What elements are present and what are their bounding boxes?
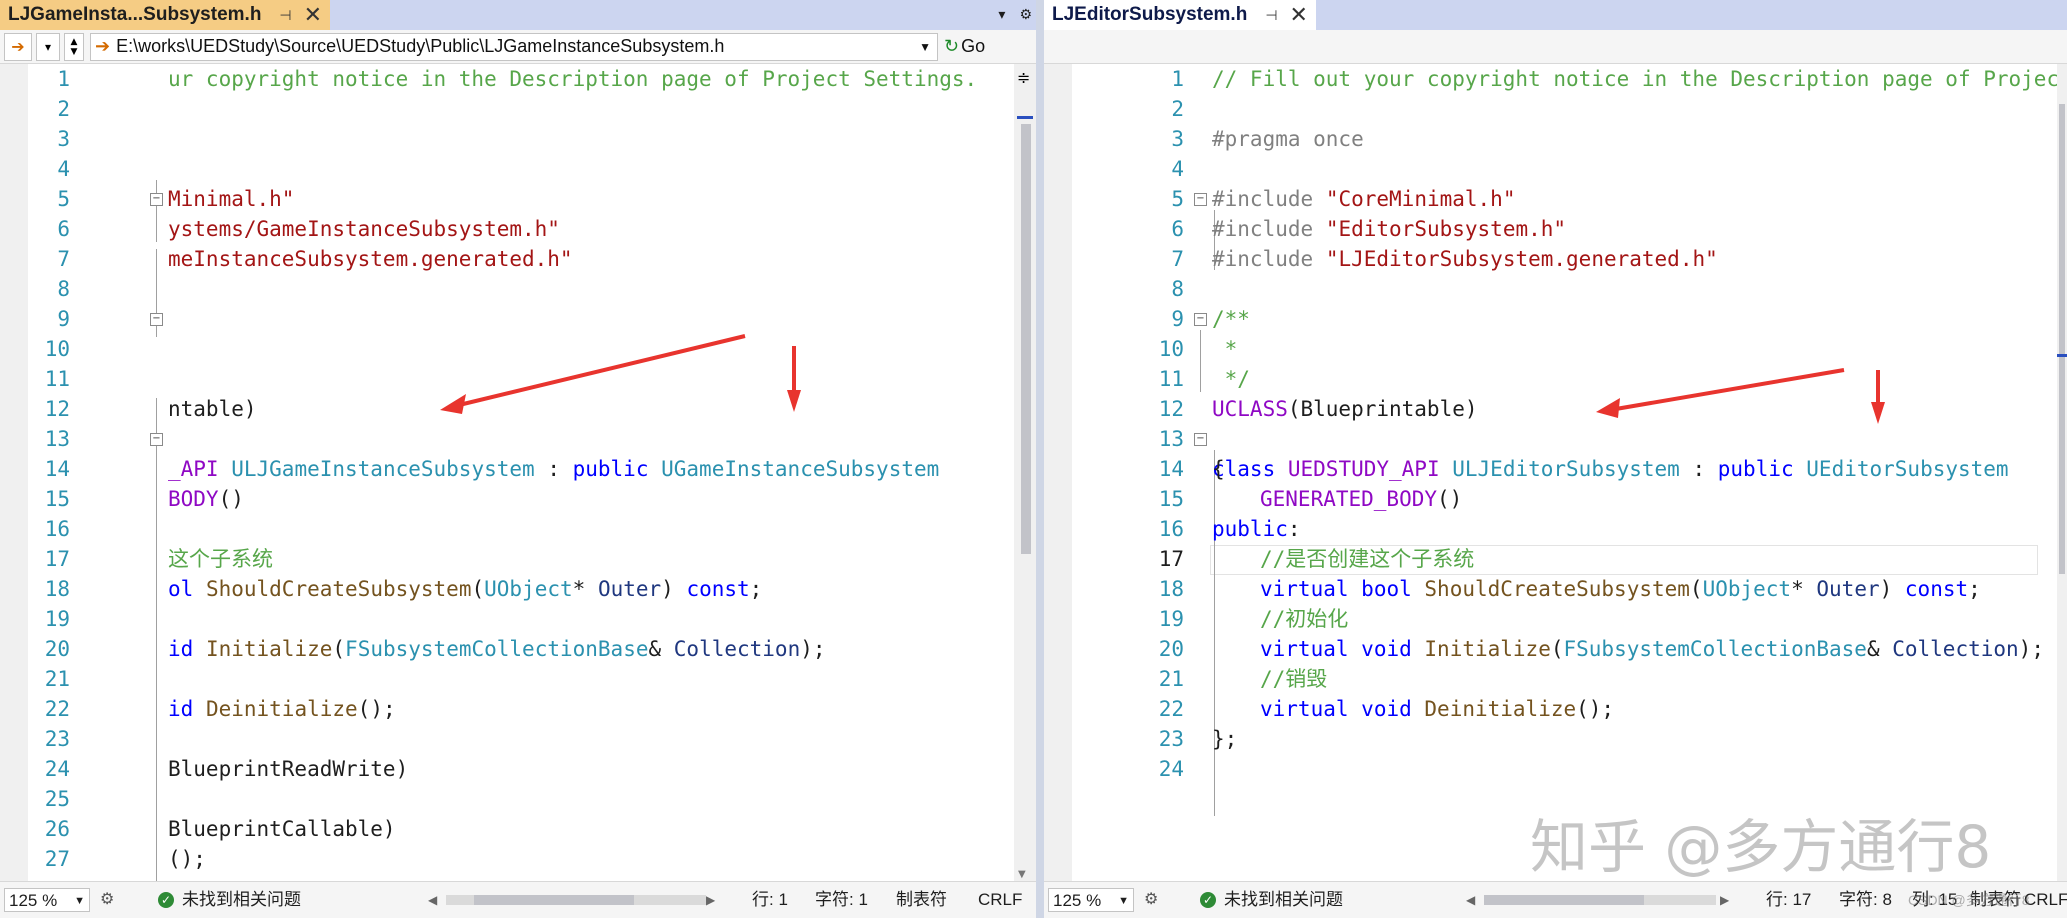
horizontal-scroll-thumb[interactable] (474, 895, 634, 905)
left-navbar: ➔ ▾ ▲ ▼ ➔ E:\works\UEDStudy\Source\UEDStu… (0, 30, 1036, 64)
line-ending[interactable]: CRLF (2024, 888, 2067, 912)
left-statusbar: 125 % ▼ ⚙ ✓ 未找到相关问题 ◀ ▶ 行: 1 字符: 1 制表符 CR… (0, 881, 1036, 918)
check-icon: ✓ (158, 892, 174, 908)
nav-spinner[interactable]: ▲ ▼ (64, 32, 84, 61)
red-arrow-line (454, 334, 746, 408)
file-path-box[interactable]: ➔ E:\works\UEDStudy\Source\UEDStudy\Publ… (90, 32, 938, 61)
tab-ljeditorsubsystem[interactable]: LJEditorSubsystem.h ⊣ ✕ (1044, 0, 1316, 30)
check-icon: ✓ (1200, 892, 1216, 908)
nav-dropdown[interactable]: ▾ (36, 32, 60, 61)
scroll-right-icon[interactable]: ▶ (1720, 888, 1729, 912)
line-ending[interactable]: CRLF (978, 888, 1022, 912)
horizontal-scroll-thumb[interactable] (1484, 895, 1644, 905)
scroll-thumb[interactable] (2059, 104, 2065, 574)
pin-icon[interactable]: ⊣ (1265, 7, 1277, 24)
scroll-position-marker (2057, 354, 2067, 357)
scroll-right-icon[interactable]: ▶ (706, 888, 715, 912)
close-icon[interactable]: ✕ (1290, 2, 1308, 28)
red-arrow-head (1596, 398, 1620, 418)
csdn-watermark: CSDN @多方通行8 (1908, 892, 2030, 908)
right-code-editor[interactable]: 1// Fill out your copyright notice in th… (1044, 64, 2067, 882)
close-icon[interactable]: ✕ (304, 2, 322, 28)
go-button[interactable]: ↻ Go (944, 34, 985, 60)
scroll-position-marker (1017, 116, 1033, 119)
scroll-left-icon[interactable]: ◀ (1466, 888, 1475, 912)
tab-ljgameinstance[interactable]: LJGameInsta...Subsystem.h ⊣ ✕ (0, 0, 331, 30)
tab-title: LJEditorSubsystem.h (1052, 4, 1248, 25)
line-indicator[interactable]: 行: 1 (752, 888, 788, 912)
go-label: Go (961, 36, 986, 56)
pin-icon[interactable]: ⊣ (279, 7, 291, 24)
right-navbar (1044, 30, 2067, 64)
annotation-arrows (1596, 368, 1885, 424)
navigate-arrow-icon[interactable]: ➔ (4, 32, 32, 61)
zoom-select[interactable]: 125 % ▼ (4, 888, 90, 912)
red-arrow-head (787, 390, 801, 412)
scroll-thumb[interactable] (1021, 124, 1031, 554)
path-arrow-icon: ➔ (95, 36, 111, 56)
tab-title: LJGameInsta...Subsystem.h (8, 4, 262, 25)
go-icon: ↻ (944, 36, 960, 56)
tab-tools: ▾ ⚙ (998, 0, 1032, 30)
split-icon[interactable]: ≑ (1017, 68, 1030, 87)
char-indicator[interactable]: 字符: 1 (815, 888, 868, 912)
red-arrow-head (440, 394, 466, 414)
left-tabstrip: LJGameInsta...Subsystem.h ⊣ ✕ ▾ ⚙ (0, 0, 1036, 30)
zoom-select[interactable]: 125 % ▼ (1048, 888, 1134, 912)
issues-status[interactable]: 未找到相关问题 (1224, 888, 1343, 912)
right-tabstrip: LJEditorSubsystem.h ⊣ ✕ (1044, 0, 2067, 30)
issues-status[interactable]: 未找到相关问题 (182, 888, 301, 912)
red-arrow-head (1871, 402, 1885, 424)
indent-mode[interactable]: 制表符 (896, 888, 947, 912)
health-icon[interactable]: ⚙ (1144, 888, 1158, 912)
scroll-down-icon[interactable]: ▼ (1018, 869, 1026, 880)
left-vertical-scrollbar[interactable]: ≑ ▼ (1014, 64, 1036, 882)
red-arrow-line (1609, 368, 1845, 412)
char-indicator[interactable]: 字符: 8 (1839, 888, 1892, 912)
tab-list-icon[interactable]: ▾ (998, 7, 1005, 23)
left-code-editor[interactable]: 1 ur copyright notice in the Description … (0, 64, 1036, 882)
right-vertical-scrollbar[interactable] (2057, 64, 2067, 882)
chevron-down-icon[interactable]: ▼ (919, 40, 931, 54)
annotation-arrows (440, 334, 801, 414)
scroll-left-icon[interactable]: ◀ (428, 888, 437, 912)
right-editor-pane: LJEditorSubsystem.h ⊣ ✕ 1// Fill out you… (1044, 0, 2067, 918)
line-indicator[interactable]: 行: 17 (1766, 888, 1811, 912)
health-icon[interactable]: ⚙ (100, 888, 114, 912)
file-path: E:\works\UEDStudy\Source\UEDStudy\Public… (116, 36, 725, 56)
gear-icon[interactable]: ⚙ (1019, 7, 1032, 23)
zhihu-watermark: 知乎 @多方通行8 (1530, 813, 1992, 881)
pane-splitter[interactable] (1036, 0, 1044, 918)
left-editor-pane: LJGameInsta...Subsystem.h ⊣ ✕ ▾ ⚙ ➔ ▾ ▲ ▼… (0, 0, 1036, 918)
